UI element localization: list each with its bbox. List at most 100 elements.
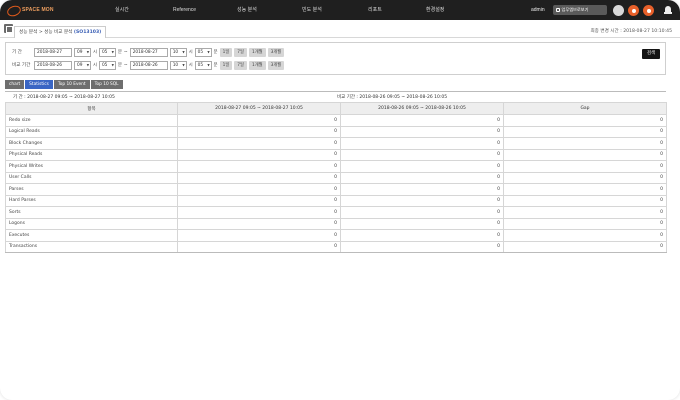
quick-1month-button[interactable]: 1개월 bbox=[248, 47, 266, 57]
logo[interactable]: SPACE MON bbox=[6, 4, 54, 16]
tip-view-button[interactable]: 업무엠브로보기 bbox=[553, 5, 607, 15]
header-item[interactable]: 항목 bbox=[5, 102, 178, 115]
cell-value: 0 bbox=[503, 240, 667, 253]
table-row[interactable]: User Calls 0 0 0 bbox=[5, 171, 667, 184]
cell-value: 0 bbox=[177, 194, 341, 207]
compare-end-date[interactable]: 2018-08-26 bbox=[129, 60, 168, 70]
tab-top10-sql[interactable]: Top 10 SQL bbox=[90, 80, 123, 89]
menu-toggle-icon[interactable] bbox=[4, 24, 13, 33]
period-start-date[interactable]: 2018-08-27 bbox=[34, 47, 72, 57]
cell-value: 0 bbox=[503, 183, 667, 196]
range-separator: ~ bbox=[123, 62, 128, 68]
table-row[interactable]: Hard Parses 0 0 0 bbox=[5, 194, 667, 207]
period-start-hour-select[interactable]: 09 bbox=[74, 47, 91, 57]
cell-value: 0 bbox=[503, 160, 667, 173]
cell-value: 0 bbox=[503, 125, 667, 138]
nav-performance-analysis[interactable]: 성능 분석 bbox=[237, 0, 257, 20]
compare-start-min-select[interactable]: 05 bbox=[98, 60, 116, 70]
cell-value: 0 bbox=[340, 171, 504, 184]
cell-value: 0 bbox=[340, 125, 504, 138]
cell-value: 0 bbox=[177, 229, 341, 242]
header-gap[interactable]: Gap bbox=[503, 102, 667, 115]
min-unit: 분 bbox=[213, 63, 218, 68]
compare-start-hour-select[interactable]: 09 bbox=[74, 60, 91, 70]
window-icon bbox=[556, 7, 560, 12]
table-row[interactable]: Block Changes 0 0 0 bbox=[5, 137, 667, 150]
min-unit: 분 bbox=[117, 50, 122, 55]
nav-frequency-analysis[interactable]: 빈도 분석 bbox=[302, 0, 322, 20]
table-row[interactable]: Redo size 0 0 0 bbox=[5, 114, 667, 127]
cell-value: 0 bbox=[340, 217, 504, 230]
hour-unit: 시 bbox=[188, 50, 193, 55]
result-tabs: chart Statistics Top 10 Event Top 10 SQL bbox=[5, 80, 124, 89]
nav-report[interactable]: 리포트 bbox=[368, 0, 382, 20]
period-row: 기 간 2018-08-27 09 시 05 분 ~ 2018-08-27 10… bbox=[12, 47, 286, 57]
period-start-min-select[interactable]: 05 bbox=[98, 47, 116, 57]
quick-1day-button[interactable]: 1일 bbox=[219, 47, 233, 57]
nav-realtime[interactable]: 실시간 bbox=[115, 0, 129, 20]
tip-view-label: 업무엠브로보기 bbox=[561, 7, 589, 12]
row-label: User Calls bbox=[5, 171, 178, 184]
cell-value: 0 bbox=[503, 217, 667, 230]
row-label: Sorts bbox=[5, 206, 178, 219]
table-row[interactable]: Physical Writes 0 0 0 bbox=[5, 160, 667, 173]
compare-end-hour-select[interactable]: 10 bbox=[169, 60, 187, 70]
header-compare-period[interactable]: 2018-08-26 09:05 ~ 2018-08-26 10:05 bbox=[340, 102, 504, 115]
bell-icon[interactable] bbox=[664, 5, 672, 14]
row-label: Executes bbox=[5, 229, 178, 242]
cell-value: 0 bbox=[177, 183, 341, 196]
cell-value: 0 bbox=[340, 194, 504, 207]
row-label: Redo size bbox=[5, 114, 178, 127]
breadcrumb-path: 성능 분석 > 성능 비교 분석 bbox=[19, 30, 73, 35]
nav-settings[interactable]: 환경설정 bbox=[426, 0, 444, 20]
quick-1month-button[interactable]: 1개월 bbox=[248, 60, 266, 70]
hour-unit: 시 bbox=[93, 63, 97, 68]
table-row[interactable]: Logical Reads 0 0 0 bbox=[5, 125, 667, 138]
quick-3month-button[interactable]: 3개월 bbox=[267, 47, 285, 57]
cell-value: 0 bbox=[503, 171, 667, 184]
table-row[interactable]: Sorts 0 0 0 bbox=[5, 206, 667, 219]
quick-7day-button[interactable]: 7일 bbox=[234, 47, 247, 57]
breadcrumb-row: 성능 분석 > 성능 비교 분석 (SO13103) bbox=[0, 22, 680, 38]
period-end-date[interactable]: 2018-08-27 bbox=[129, 47, 168, 57]
cell-value: 0 bbox=[503, 137, 667, 150]
logo-text: SPACE MON bbox=[22, 7, 54, 13]
tab-statistics[interactable]: Statistics bbox=[25, 80, 53, 89]
tab-top10-event[interactable]: Top 10 Event bbox=[53, 80, 90, 89]
range-separator: ~ bbox=[123, 49, 128, 55]
cell-value: 0 bbox=[177, 160, 341, 173]
min-unit: 분 bbox=[213, 50, 218, 55]
quick-7day-button[interactable]: 7일 bbox=[234, 60, 247, 70]
cell-value: 0 bbox=[340, 240, 504, 253]
table-row[interactable]: Parses 0 0 0 bbox=[5, 183, 667, 196]
period-end-hour-select[interactable]: 10 bbox=[169, 47, 187, 57]
table-row[interactable]: Transactions 0 0 0 bbox=[5, 240, 667, 253]
statistics-table: 항목 2018-08-27 09:05 ~ 2018-08-27 10:05 2… bbox=[5, 102, 667, 253]
period-summary-text: 기 간 : 2018-08-27 09:05 ~ 2018-08-27 10:0… bbox=[13, 94, 115, 100]
period-summary: 기 간 : 2018-08-27 09:05 ~ 2018-08-27 10:0… bbox=[5, 91, 666, 101]
user-name[interactable]: admin bbox=[531, 0, 545, 20]
compare-start-date[interactable]: 2018-08-26 bbox=[34, 60, 72, 70]
profile-icon[interactable] bbox=[613, 5, 624, 16]
quick-1day-button[interactable]: 1일 bbox=[219, 60, 233, 70]
quick-3month-button[interactable]: 3개월 bbox=[267, 60, 285, 70]
screen-code: (SO13103) bbox=[73, 30, 102, 35]
table-row[interactable]: Logons 0 0 0 bbox=[5, 217, 667, 230]
header-period[interactable]: 2018-08-27 09:05 ~ 2018-08-27 10:05 bbox=[177, 102, 341, 115]
period-end-min-select[interactable]: 05 bbox=[194, 47, 212, 57]
tab-chart[interactable]: chart bbox=[5, 80, 25, 89]
row-label: Transactions bbox=[5, 240, 178, 253]
search-panel: 기 간 2018-08-27 09 시 05 분 ~ 2018-08-27 10… bbox=[5, 42, 666, 75]
cell-value: 0 bbox=[177, 137, 341, 150]
compare-end-min-select[interactable]: 05 bbox=[194, 60, 212, 70]
row-label: Parses bbox=[5, 183, 178, 196]
row-label: Block Changes bbox=[5, 137, 178, 150]
nav-reference[interactable]: Reference bbox=[173, 0, 196, 20]
settings-icon[interactable] bbox=[643, 5, 654, 16]
app-window: SPACE MON 실시간 Reference 성능 분석 빈도 분석 리포트 … bbox=[0, 0, 680, 400]
search-button[interactable]: 검색 bbox=[642, 49, 660, 59]
alert-icon[interactable] bbox=[628, 5, 639, 16]
table-row[interactable]: Physical Reads 0 0 0 bbox=[5, 148, 667, 161]
cell-value: 0 bbox=[340, 160, 504, 173]
table-row[interactable]: Executes 0 0 0 bbox=[5, 229, 667, 242]
